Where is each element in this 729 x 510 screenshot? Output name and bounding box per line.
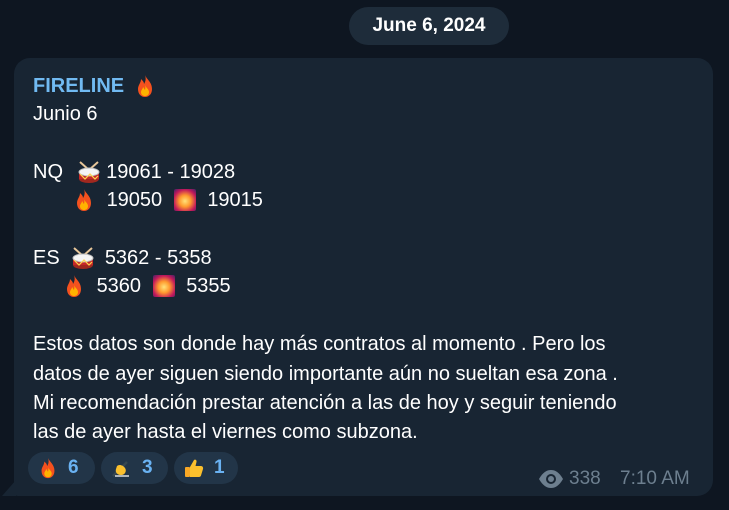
- message-paragraph-line: datos de ayer siguen siendo importante a…: [33, 363, 618, 385]
- es-range: 5362 - 5358: [104, 247, 212, 269]
- message-line-date: Junio 6: [33, 103, 98, 125]
- nq-fire-level: 19050: [106, 189, 163, 211]
- reaction-count: 1: [214, 457, 225, 478]
- es-fire-level: 5360: [96, 275, 142, 297]
- reaction-fire[interactable]: 6: [28, 452, 95, 484]
- message-paragraph-line: Estos datos son donde hay más contratos …: [33, 333, 606, 355]
- reaction-count: 6: [68, 457, 79, 478]
- message-paragraph-line: Mi recomendación prestar atención a las …: [33, 392, 617, 414]
- fire-icon: [63, 273, 85, 299]
- nq-range-line: NQ 19061 - 19028: [33, 159, 235, 185]
- firework-icon: [152, 275, 175, 297]
- nq-range: 19061 - 19028: [106, 161, 236, 183]
- message-bubble-tail: [2, 480, 16, 496]
- drum-icon: [71, 245, 95, 271]
- nq-firework-level: 19015: [207, 189, 263, 211]
- fire-icon: [73, 187, 95, 213]
- reaction-thumbs-up[interactable]: 1: [174, 452, 238, 484]
- message-time: 7:10 AM: [620, 468, 690, 489]
- drum-icon: [77, 159, 101, 185]
- fire-icon: [36, 456, 60, 480]
- firework-icon: [173, 189, 196, 211]
- eye-icon: [538, 469, 564, 489]
- reaction-count: 3: [142, 457, 153, 478]
- message-paragraph-line: las de ayer hasta el viernes como subzon…: [33, 421, 418, 443]
- nq-label: NQ: [33, 161, 63, 183]
- date-separator: June 6, 2024: [349, 7, 509, 45]
- reaction-writing-hand[interactable]: 3: [101, 452, 168, 484]
- nq-levels-line: 19050 19015: [73, 187, 263, 213]
- sender-name-label: FIRELINE: [33, 75, 125, 97]
- writing-hand-icon: [109, 456, 133, 480]
- thumbs-up-icon: [182, 456, 206, 480]
- es-label: ES: [33, 247, 60, 269]
- es-firework-level: 5355: [186, 275, 231, 297]
- view-count: 338: [569, 468, 601, 489]
- sender-name[interactable]: FIRELINE: [33, 73, 156, 99]
- es-range-line: ES 5362 - 5358: [33, 245, 212, 271]
- fire-icon: [134, 73, 156, 99]
- es-levels-line: 5360 5355: [63, 273, 231, 299]
